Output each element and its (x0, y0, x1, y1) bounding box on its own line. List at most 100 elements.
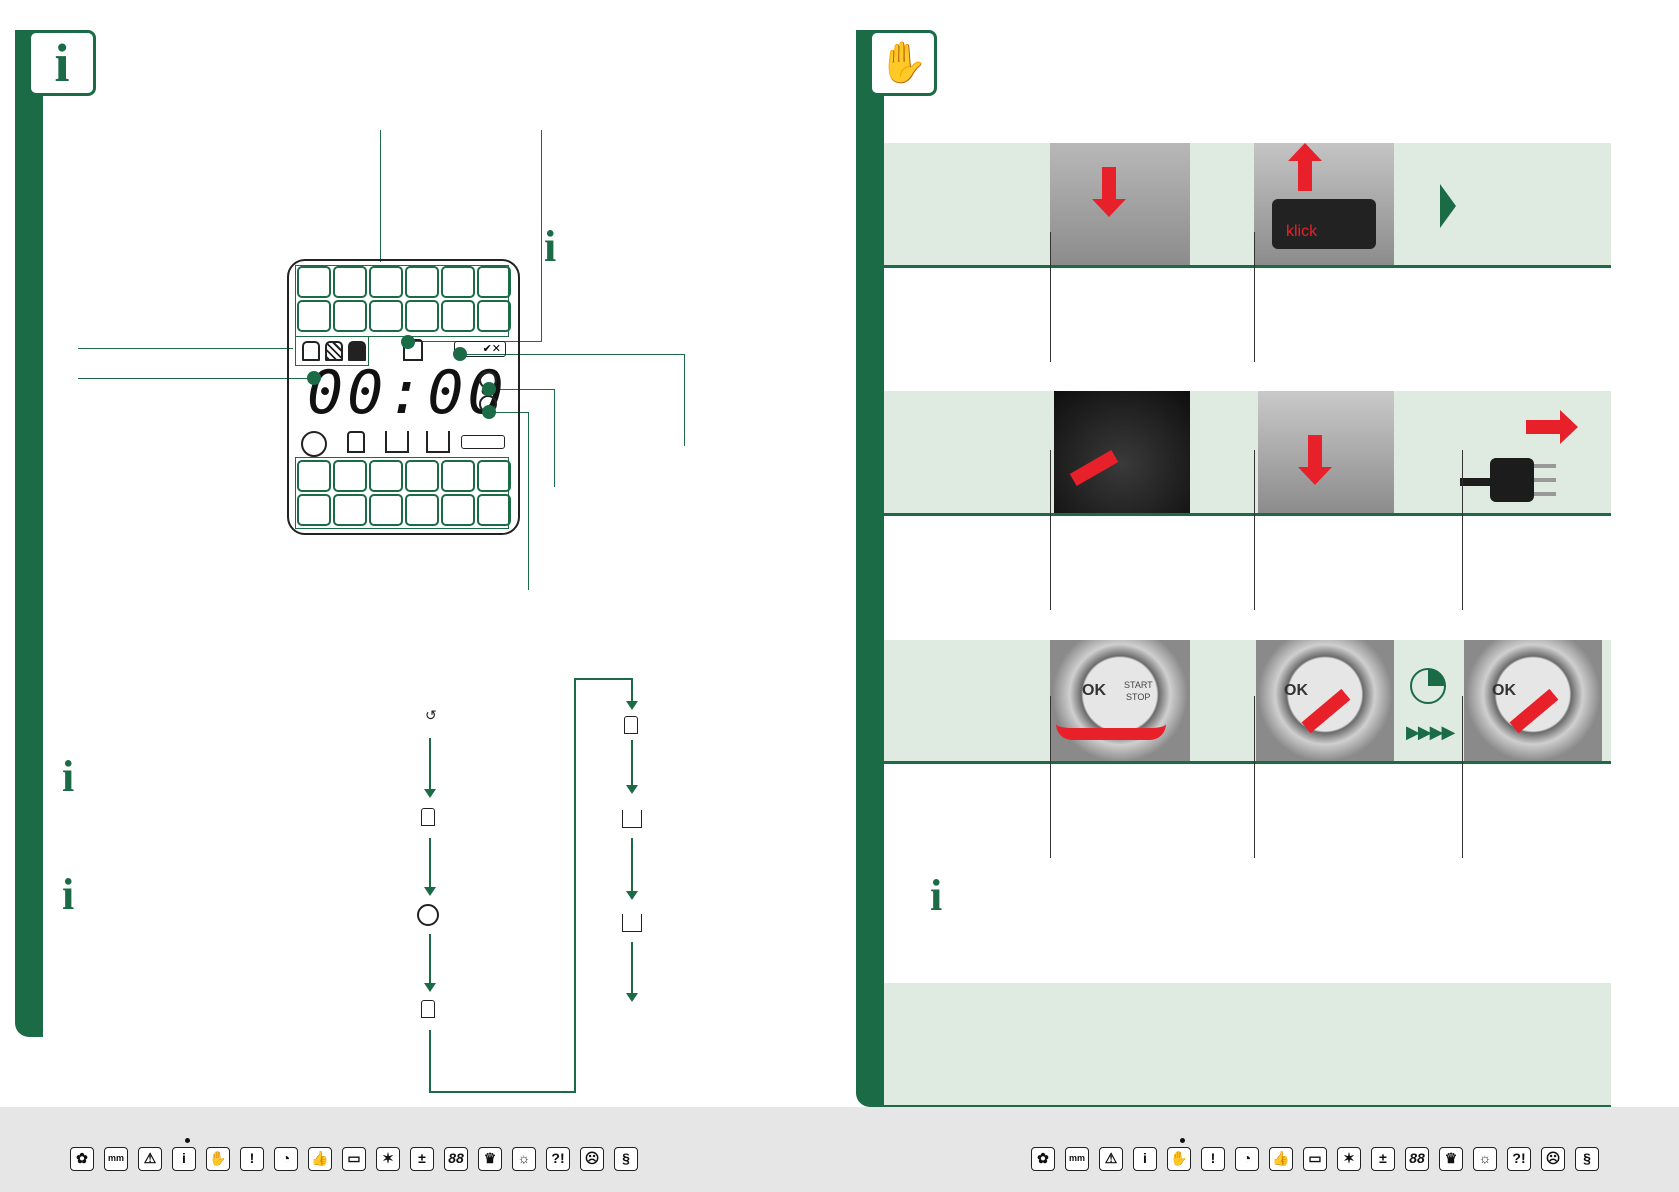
plug-pin (1534, 464, 1556, 468)
lcd-cell (297, 300, 331, 332)
callout-line-top (380, 130, 381, 262)
ok-label: OK (1492, 682, 1516, 699)
lcd-cell (477, 300, 511, 332)
callout-dot (307, 371, 321, 385)
column-divider (1254, 450, 1255, 610)
callout-line-right2-v (554, 389, 555, 487)
sad-face-icon[interactable]: ☹ (580, 1147, 604, 1171)
plug-pin (1534, 478, 1556, 482)
info-icon[interactable]: i (1133, 1147, 1157, 1171)
hand-icon[interactable]: ✋ (1167, 1147, 1191, 1171)
column-divider (1254, 232, 1255, 362)
left-footer-icons: ✿ mm ⚠ i ✋ ! ◔ 👍 ▭ ✶ ± 88 ♛ ☼ ?! ☹ § (70, 1147, 650, 1173)
lcd-cell (441, 266, 475, 298)
exclamation-icon[interactable]: ! (240, 1147, 264, 1171)
measure-icon[interactable]: mm (1065, 1147, 1089, 1171)
red-arrow-down (1102, 167, 1116, 201)
info-icon: i (62, 752, 75, 801)
paragraph-icon[interactable]: § (614, 1147, 638, 1171)
knead-icon (417, 904, 439, 926)
bottom-note-panel (884, 983, 1611, 1105)
right-footer-active-dot (1180, 1138, 1185, 1143)
snowflake-icon[interactable]: ✶ (1337, 1147, 1361, 1171)
lcd-cell (369, 266, 403, 298)
column-divider (1254, 696, 1255, 858)
chef-hat-icon[interactable]: ♛ (478, 1147, 502, 1171)
snowflake-icon[interactable]: ✶ (376, 1147, 400, 1171)
sad-face-icon[interactable]: ☹ (1541, 1147, 1565, 1171)
lightbulb-icon[interactable]: ☼ (512, 1147, 536, 1171)
bread-maker-icon[interactable]: ▭ (342, 1147, 366, 1171)
exclamation-icon[interactable]: ! (1201, 1147, 1225, 1171)
warning-icon[interactable]: ⚠ (1099, 1147, 1123, 1171)
ok-label: OK (1284, 682, 1308, 699)
plus-icon[interactable]: ± (410, 1147, 434, 1171)
callout-dot (482, 405, 496, 419)
callout-line-right1-v (684, 354, 685, 446)
question-exclamation-icon[interactable]: ?! (546, 1147, 570, 1171)
step-row-3-rule (884, 761, 1611, 764)
plug-pin (1534, 492, 1556, 496)
flow-arrow (626, 740, 638, 794)
timer-icon[interactable]: ◔ (274, 1147, 298, 1171)
plug-body (1490, 458, 1534, 502)
callout-line-top2 (541, 130, 542, 342)
lcd-cell (477, 494, 511, 526)
lcd-cell (477, 266, 511, 298)
callout-line-left2 (78, 378, 312, 379)
display-88-icon[interactable]: 88 (1405, 1147, 1429, 1171)
red-arrow-head (1560, 410, 1578, 444)
knead-icon (301, 431, 327, 457)
plus-icon[interactable]: ± (1371, 1147, 1395, 1171)
thumbs-up-icon[interactable]: 👍 (1269, 1147, 1293, 1171)
hand-icon[interactable]: ✋ (206, 1147, 230, 1171)
rise-icon (347, 431, 365, 453)
control-knob-press-photo-2: OK (1464, 640, 1602, 761)
red-arrow-press (1509, 688, 1559, 734)
info-icon: i (54, 33, 70, 93)
paragraph-icon[interactable]: § (1575, 1147, 1599, 1171)
left-margin-bar (15, 30, 43, 1037)
chef-hat-icon[interactable]: ♛ (1439, 1147, 1463, 1171)
bake-icon (385, 431, 409, 453)
klick-label: klick (1286, 223, 1318, 240)
lcd-cell (333, 460, 367, 492)
callout-dot (482, 382, 496, 396)
thumbs-up-icon[interactable]: 👍 (308, 1147, 332, 1171)
red-arrow-head (1092, 199, 1126, 217)
question-exclamation-icon[interactable]: ?! (1507, 1147, 1531, 1171)
flow-arrow (424, 838, 436, 896)
bread-maker-icon[interactable]: ▭ (1303, 1147, 1327, 1171)
column-divider (1050, 232, 1051, 362)
measure-icon[interactable]: mm (104, 1147, 128, 1171)
info-icon[interactable]: i (172, 1147, 196, 1171)
timer-icon[interactable]: ◔ (1235, 1147, 1259, 1171)
stop-label: STOP (1126, 692, 1151, 702)
bake-icon (622, 810, 642, 828)
lcd-cell (441, 460, 475, 492)
flow-arrow (626, 942, 638, 1002)
flower-icon[interactable]: ✿ (70, 1147, 94, 1171)
rise-icon (624, 716, 638, 734)
flow-connector (429, 1091, 575, 1093)
lcd-cell (405, 494, 439, 526)
warning-icon[interactable]: ⚠ (138, 1147, 162, 1171)
red-arrow-head (1288, 143, 1322, 161)
lcd-cell (333, 266, 367, 298)
power-plug-photo (1460, 410, 1590, 510)
lcd-cell (297, 494, 331, 526)
flow-arrow (424, 934, 436, 992)
lcd-cell (369, 460, 403, 492)
lcd-cell (369, 300, 403, 332)
lcd-cell (333, 300, 367, 332)
lightbulb-icon[interactable]: ☼ (1473, 1147, 1497, 1171)
flow-connector (429, 1030, 431, 1092)
lcd-cell (297, 460, 331, 492)
flower-icon[interactable]: ✿ (1031, 1147, 1055, 1171)
wait-arrows: ▶▶▶▶ (1406, 722, 1455, 742)
keep-warm-icon (426, 431, 450, 453)
control-knob-press-photo: OK (1256, 640, 1394, 761)
display-88-icon[interactable]: 88 (444, 1147, 468, 1171)
lcd-cell (441, 494, 475, 526)
lcd-time: 00:00 (307, 358, 508, 428)
